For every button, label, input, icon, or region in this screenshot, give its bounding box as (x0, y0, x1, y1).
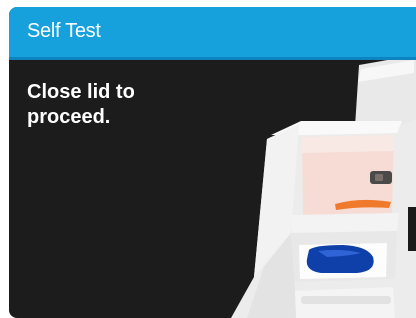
self-test-screen: Self Test Close lid to proceed. (9, 7, 416, 318)
blue-slot (306, 245, 374, 273)
instruction-text: Close lid to proceed. (27, 81, 135, 128)
title-bar: Self Test (9, 7, 416, 60)
page-title: Self Test (27, 20, 101, 42)
